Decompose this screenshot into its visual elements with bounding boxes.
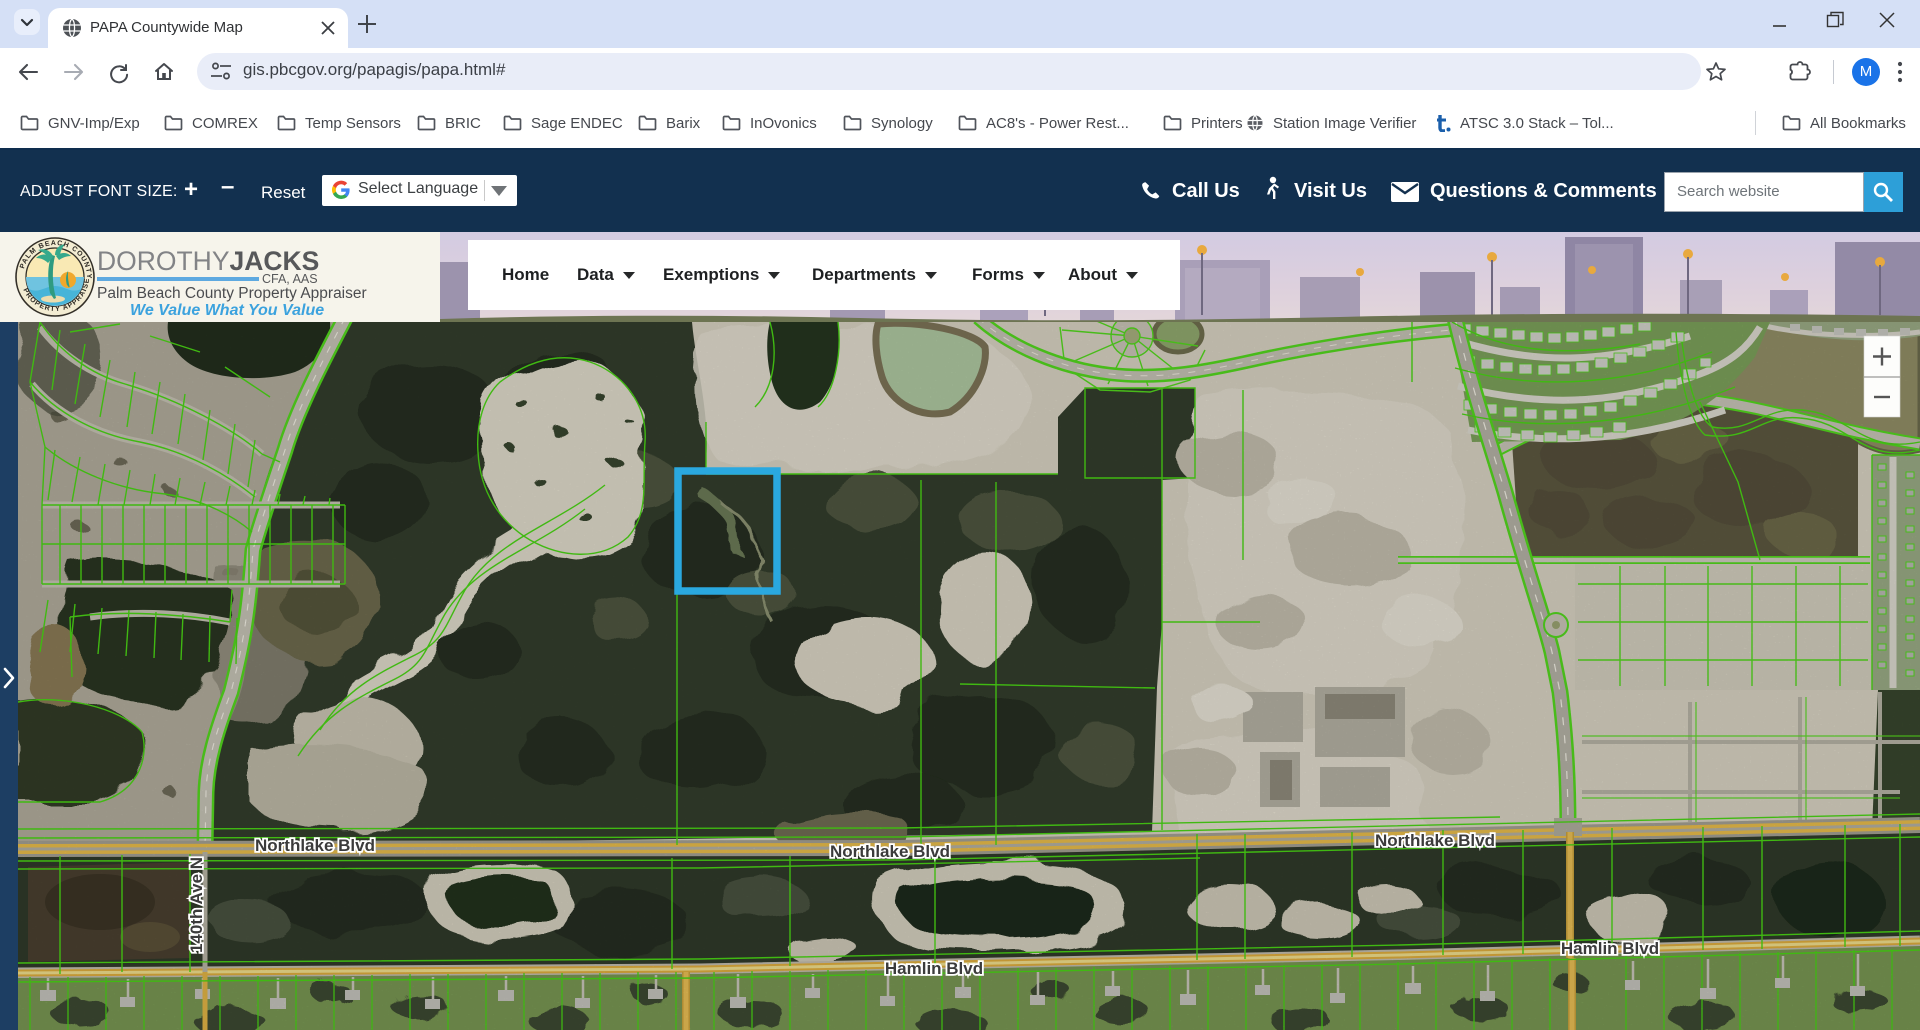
svg-text:Northlake Blvd: Northlake Blvd <box>1375 831 1495 850</box>
svg-text:Northlake Blvd: Northlake Blvd <box>830 842 950 861</box>
svg-text:Hamlin Blvd: Hamlin Blvd <box>1561 939 1659 958</box>
svg-text:Hamlin Blvd: Hamlin Blvd <box>885 959 983 978</box>
svg-text:Northlake Blvd: Northlake Blvd <box>255 836 375 855</box>
svg-text:140th Ave N: 140th Ave N <box>187 857 206 953</box>
